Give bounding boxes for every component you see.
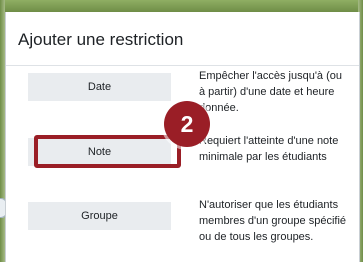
dialog-header: Ajouter une restriction [6,12,359,66]
step-number-badge: 2 [164,101,210,147]
grade-button-highlight [34,135,181,168]
group-restriction-button[interactable]: Groupe [28,202,171,230]
date-restriction-button[interactable]: Date [28,73,171,101]
group-restriction-description: N'autoriser que les étudiants membres d'… [199,199,347,243]
window-frame-top [0,0,363,12]
add-restriction-dialog: Ajouter une restriction Date Empêcher l'… [5,12,360,262]
date-restriction-description: Empêcher l'accès jusqu'à (ou à partir) d… [199,70,342,114]
grade-restriction-description: Requiert l'atteinte d'une note minimale … [199,135,339,163]
dialog-title: Ajouter une restriction [18,30,184,49]
